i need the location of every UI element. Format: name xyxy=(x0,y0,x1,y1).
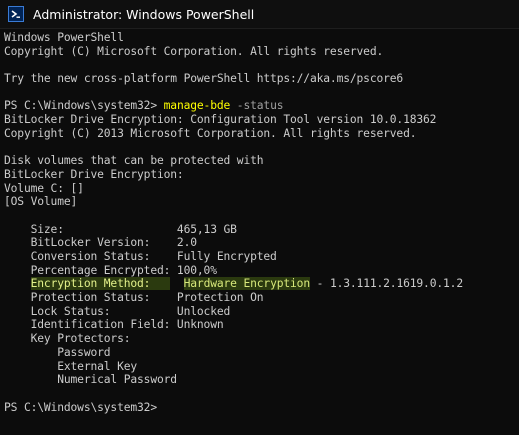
command-parameter: -status xyxy=(230,99,284,113)
window-title: Administrator: Windows PowerShell xyxy=(33,6,255,22)
console-line: BitLocker Version: 2.0 xyxy=(4,236,197,250)
console-line: Password xyxy=(4,345,111,359)
console-line: Volume C: [] xyxy=(4,181,84,195)
console-line: Key Protectors: xyxy=(4,332,131,346)
title-bar[interactable]: Administrator: Windows PowerShell xyxy=(0,0,519,29)
console-output[interactable]: Windows PowerShell Copyright (C) Microsof… xyxy=(4,31,516,431)
console-line: Numerical Password xyxy=(4,373,177,387)
console-line: Disk volumes that can be protected with xyxy=(4,154,264,168)
console-line: Copyright (C) 2013 Microsoft Corporation… xyxy=(4,126,417,140)
prompt-text: PS C:\Windows\system32> xyxy=(4,99,164,113)
console-line: Conversion Status: Fully Encrypted xyxy=(4,250,277,263)
command-text: manage-bde xyxy=(163,99,231,113)
powershell-window: Administrator: Windows PowerShell Window… xyxy=(0,0,519,435)
console-line: Identification Field: Unknown xyxy=(4,318,224,332)
console-line: Try the new cross-platform PowerShell ht… xyxy=(4,72,404,86)
prompt-line: PS C:\Windows\system32> xyxy=(4,401,516,415)
prompt-text: PS C:\Windows\system32> xyxy=(4,400,164,414)
encryption-method-line: Encryption Method: Hardware Encryption -… xyxy=(4,277,516,291)
console-line: Windows PowerShell xyxy=(4,31,124,44)
oid-text: - 1.3.111.2.1619.0.1.2 xyxy=(309,277,463,291)
console-line: Size: 465,13 GB xyxy=(4,222,237,236)
console-line: BitLocker Drive Encryption: xyxy=(4,167,184,181)
console-line: Percentage Encrypted: 100,0% xyxy=(4,263,217,277)
console-line: [OS Volume] xyxy=(4,195,78,209)
console-line: Protection Status: Protection On xyxy=(4,291,264,305)
prompt-line: PS C:\Windows\system32> manage-bde -stat… xyxy=(4,99,516,113)
powershell-icon xyxy=(8,6,24,22)
console-line: Lock Status: Unlocked xyxy=(4,304,231,318)
console-line: External Key xyxy=(4,359,138,373)
console-line: Copyright (C) Microsoft Corporation. All… xyxy=(4,44,384,58)
highlighted-value: Hardware Encryption xyxy=(183,277,310,291)
highlighted-label: Encryption Method: xyxy=(30,277,171,291)
console-line: BitLocker Drive Encryption: Configuratio… xyxy=(4,113,437,127)
